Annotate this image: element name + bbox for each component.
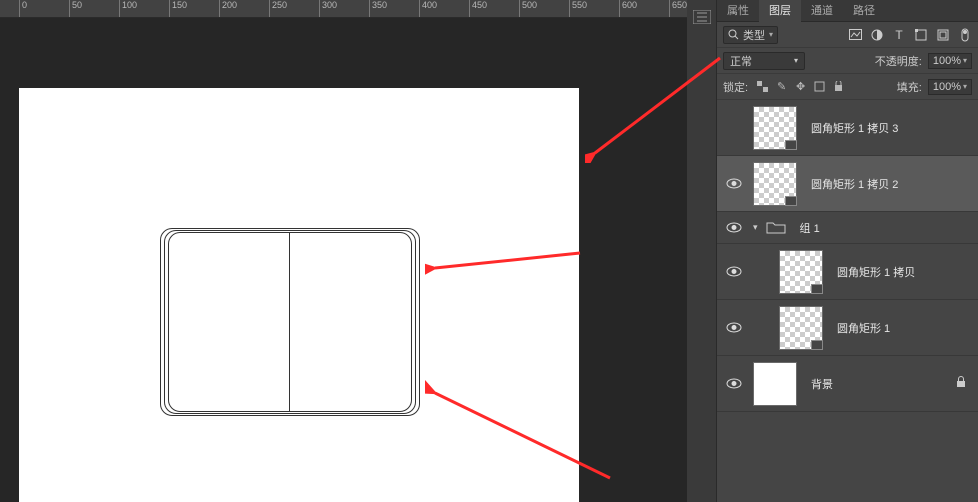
ruler-tick: 650 — [669, 0, 687, 18]
panel-dock — [687, 0, 717, 502]
tab-layers[interactable]: 图层 — [759, 0, 801, 22]
book-spine-line — [289, 232, 290, 412]
layer-thumbnail[interactable] — [779, 306, 823, 350]
ruler-tick: 450 — [469, 0, 487, 18]
filter-adjust-icon[interactable] — [870, 28, 884, 42]
folder-icon — [766, 220, 786, 236]
layer-name[interactable]: 圆角矩形 1 — [837, 320, 890, 336]
filter-smart-icon[interactable] — [936, 28, 950, 42]
opacity-input[interactable]: 100% ▾ — [928, 53, 972, 69]
lock-brush-icon[interactable]: ✎ — [775, 80, 788, 93]
blend-mode-value: 正常 — [730, 53, 752, 69]
ruler-tick: 600 — [619, 0, 637, 18]
filter-type-icon[interactable]: T — [892, 28, 906, 42]
search-icon — [728, 29, 739, 40]
ruler-tick: 200 — [219, 0, 237, 18]
group-expand-toggle[interactable]: ▾ — [753, 222, 758, 233]
ruler-tick: 300 — [319, 0, 337, 18]
layer-name[interactable]: 组 1 — [800, 220, 820, 236]
layer-name[interactable]: 圆角矩形 1 拷贝 2 — [811, 176, 898, 192]
lock-icons-group: ✎ ✥ — [756, 80, 845, 93]
fill-input[interactable]: 100% ▾ — [928, 79, 972, 95]
canvas-area: 0 50 100 150 200 250 300 350 400 450 500 550 600 650 — [0, 0, 687, 502]
lock-label: 锁定: — [723, 79, 748, 95]
ruler-horizontal: 0 50 100 150 200 250 300 350 400 450 500 550 600 650 — [0, 0, 687, 18]
chevron-down-icon: ▾ — [963, 82, 967, 91]
chevron-down-icon: ▾ — [963, 56, 967, 65]
collapse-panel-icon[interactable] — [693, 10, 711, 24]
panel-body: 属性 图层 通道 路径 类型 ▾ T 正常 ▾ — [717, 0, 978, 502]
filter-kind-label: 类型 — [743, 27, 765, 43]
layer-row[interactable]: 圆角矩形 1 拷贝 3 — [717, 100, 978, 156]
filter-toggle[interactable] — [958, 28, 972, 42]
chevron-down-icon: ▾ — [769, 30, 773, 39]
layer-thumbnail[interactable] — [753, 362, 797, 406]
ruler-tick: 550 — [569, 0, 587, 18]
lock-pixels-icon[interactable] — [756, 80, 769, 93]
blend-mode-select[interactable]: 正常 ▾ — [723, 52, 805, 70]
filter-kind-select[interactable]: 类型 ▾ — [723, 26, 778, 44]
layer-filter-row: 类型 ▾ T — [717, 22, 978, 48]
layer-name[interactable]: 圆角矩形 1 拷贝 — [837, 264, 915, 280]
document-viewport[interactable] — [0, 18, 687, 502]
opacity-label: 不透明度: — [875, 53, 922, 69]
rounded-rect-shape[interactable] — [168, 232, 412, 412]
opacity-value: 100% — [933, 55, 961, 67]
tab-paths[interactable]: 路径 — [843, 0, 885, 22]
visibility-toggle[interactable] — [721, 322, 747, 333]
visibility-toggle[interactable] — [721, 222, 747, 233]
ruler-tick: 100 — [119, 0, 137, 18]
layer-thumbnail[interactable] — [753, 106, 797, 150]
lock-position-icon[interactable]: ✥ — [794, 80, 807, 93]
layer-name[interactable]: 圆角矩形 1 拷贝 3 — [811, 120, 898, 136]
ruler-tick: 500 — [519, 0, 537, 18]
tab-properties[interactable]: 属性 — [717, 0, 759, 22]
shape-layer-badge-icon — [811, 284, 823, 294]
lock-icon[interactable] — [956, 376, 966, 391]
layer-thumbnail[interactable] — [779, 250, 823, 294]
filter-type-icons: T — [848, 28, 972, 42]
ruler-tick: 150 — [169, 0, 187, 18]
layer-list: 圆角矩形 1 拷贝 3 圆角矩形 1 拷贝 2 ▾ 组 1 圆角矩形 1 拷贝圆角矩形 … — [717, 100, 978, 502]
blend-mode-row: 正常 ▾ 不透明度: 100% ▾ — [717, 48, 978, 74]
layer-row[interactable]: 圆角矩形 1 — [717, 300, 978, 356]
layer-row[interactable]: 圆角矩形 1 拷贝 2 — [717, 156, 978, 212]
layer-group[interactable]: ▾ 组 1 — [717, 212, 978, 244]
visibility-toggle[interactable] — [721, 266, 747, 277]
fill-value: 100% — [933, 81, 961, 93]
chevron-down-icon: ▾ — [794, 56, 798, 65]
fill-label: 填充: — [897, 79, 922, 95]
filter-shape-icon[interactable] — [914, 28, 928, 42]
layer-row[interactable]: 背景 — [717, 356, 978, 412]
lock-all-icon[interactable] — [832, 80, 845, 93]
filter-pixel-icon[interactable] — [848, 28, 862, 42]
layer-row[interactable]: 圆角矩形 1 拷贝 — [717, 244, 978, 300]
shape-layer-badge-icon — [811, 340, 823, 350]
ruler-tick: 250 — [269, 0, 287, 18]
shape-layer-badge-icon — [785, 140, 797, 150]
visibility-toggle[interactable] — [721, 178, 747, 189]
layer-name[interactable]: 背景 — [811, 376, 833, 392]
layer-thumbnail[interactable] — [753, 162, 797, 206]
layers-panel: 属性 图层 通道 路径 类型 ▾ T 正常 ▾ — [687, 0, 978, 502]
tab-channels[interactable]: 通道 — [801, 0, 843, 22]
ruler-tick: 50 — [69, 0, 82, 18]
visibility-toggle[interactable] — [721, 378, 747, 389]
panel-tabs: 属性 图层 通道 路径 — [717, 0, 978, 22]
lock-artboard-icon[interactable] — [813, 80, 826, 93]
ruler-tick: 350 — [369, 0, 387, 18]
ruler-tick: 400 — [419, 0, 437, 18]
ruler-tick: 0 — [19, 0, 27, 18]
lock-row: 锁定: ✎ ✥ 填充: 100% ▾ — [717, 74, 978, 100]
shape-layer-badge-icon — [785, 196, 797, 206]
